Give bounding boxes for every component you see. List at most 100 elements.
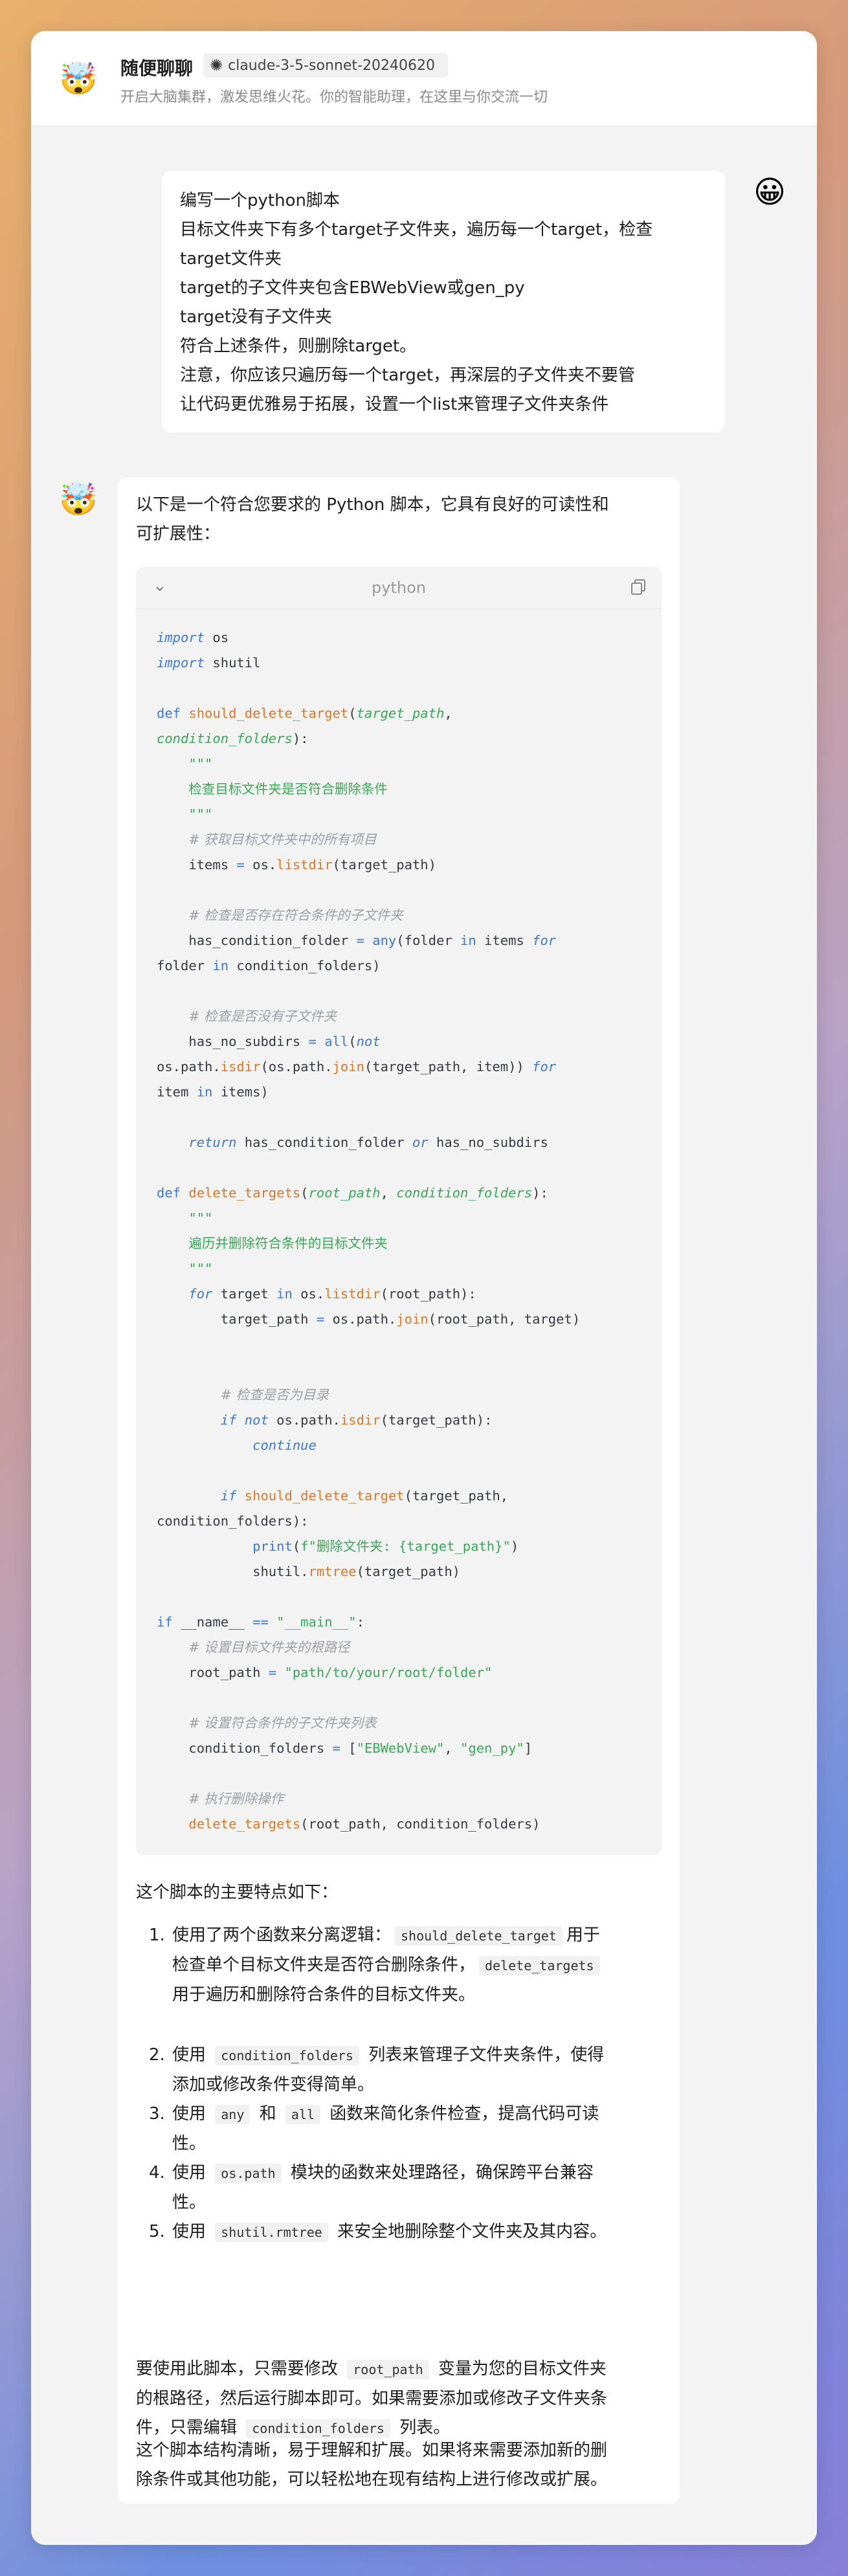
- code-token: not: [356, 1034, 381, 1049]
- feature-item: 5. 使用 shutil.rmtree 来安全地删除整个文件夹及其内容。: [136, 2217, 654, 2247]
- code-token: should_delete_target: [244, 1488, 405, 1504]
- code-token: (target_path):: [380, 1412, 493, 1428]
- code-token: # 执行删除操作: [188, 1791, 284, 1806]
- code-token: (target_path): [356, 1564, 461, 1579]
- user-message-line: 编写一个python脚本: [180, 191, 340, 210]
- code-token: items): [212, 1084, 269, 1100]
- model-selector[interactable]: ✺ claude-3-5-sonnet-20240620: [203, 53, 448, 78]
- code-line: has_no_subdirs = all(not: [157, 1029, 580, 1054]
- feature-line: 性。: [172, 2188, 654, 2217]
- code-token: import: [157, 630, 205, 645]
- code-token: """: [188, 806, 213, 822]
- code-token: for: [532, 933, 557, 948]
- code-line: # 设置目标文件夹的根路径: [157, 1635, 580, 1660]
- code-token: (root_path, target): [428, 1311, 581, 1327]
- code-token: root_path: [157, 1665, 269, 1680]
- code-token: for: [188, 1286, 213, 1302]
- code-line: # 检查是否存在符合条件的子文件夹: [157, 903, 580, 928]
- code-token: continue: [252, 1438, 317, 1453]
- text-segment: 检查单个目标文件夹是否符合删除条件，: [172, 1955, 476, 1975]
- code-token: (target_path,: [404, 1488, 509, 1504]
- code-token: has_no_subdirs: [428, 1135, 548, 1150]
- inline-code: all: [285, 2105, 321, 2124]
- code-language-label: python: [372, 579, 426, 597]
- inline-code: condition_folders: [215, 2046, 359, 2065]
- code-token: (target_path): [332, 857, 436, 872]
- inline-code: root_path: [347, 2360, 429, 2379]
- code-token: =: [268, 1665, 277, 1680]
- code-line: item in items): [157, 1080, 580, 1105]
- feature-line: 使用 condition_folders 列表来管理子文件夹条件，使得: [172, 2041, 654, 2071]
- feature-line: 添加或修改条件变得简单。: [172, 2071, 654, 2100]
- feature-line: 检查单个目标文件夹是否符合删除条件， delete_targets: [172, 1951, 654, 1981]
- code-token: ,: [380, 1185, 397, 1201]
- code-line: # 设置符合条件的子文件夹列表: [157, 1711, 580, 1736]
- code-token: "__main__": [276, 1614, 357, 1630]
- text-segment: 函数来简化条件检查，提高代码可读: [324, 2104, 599, 2124]
- code-line: """: [157, 1256, 580, 1282]
- code-content: import os import shutil def should_delete_…: [157, 625, 580, 1837]
- code-token: # 设置符合条件的子文件夹列表: [188, 1715, 377, 1731]
- usage-line: 要使用此脚本，只需要修改 root_path 变量为您的目标文件夹: [136, 2355, 654, 2384]
- code-token: listdir: [324, 1286, 381, 1302]
- text-segment: 和: [254, 2104, 282, 2124]
- feature-line: 使用 shutil.rmtree 来安全地删除整个文件夹及其内容。: [172, 2217, 654, 2247]
- user-message-line: target没有子文件夹: [180, 307, 333, 327]
- code-line: # 获取目标文件夹中的所有项目: [157, 827, 580, 852]
- feature-line: 使用 any 和 all 函数来简化条件检查，提高代码可读: [172, 2100, 654, 2129]
- user-message-line: 让代码更优雅易于拓展，设置一个list来管理子文件夹条件: [180, 395, 609, 414]
- code-token: has_no_subdirs: [157, 1034, 309, 1049]
- code-token: # 检查是否为目录: [220, 1387, 329, 1403]
- code-token: "EBWebView": [356, 1740, 445, 1756]
- code-line: """: [157, 802, 580, 827]
- code-line: has_condition_folder = any(folder in ite…: [157, 928, 580, 953]
- text-segment: 变量为您的目标文件夹: [432, 2359, 607, 2379]
- code-line: folder in condition_folders): [157, 953, 580, 979]
- inline-code: os.path: [215, 2164, 282, 2183]
- code-line: condition_folders = ["EBWebView", "gen_p…: [157, 1736, 580, 1761]
- code-token: def: [157, 1185, 189, 1201]
- text-segment: 添加或修改条件变得简单。: [172, 2075, 375, 2094]
- text-segment: 用于: [566, 1926, 600, 1945]
- code-token: ):: [532, 1185, 548, 1201]
- code-token: """: [188, 1210, 213, 1226]
- text-segment: 使用: [172, 2045, 212, 2065]
- feature-number: 4.: [149, 2163, 165, 2182]
- text-segment: 件，只需编辑: [136, 2418, 243, 2437]
- code-line: import shutil: [157, 650, 580, 676]
- code-token: =: [236, 857, 245, 872]
- code-token: (: [348, 705, 357, 721]
- code-line: root_path = "path/to/your/root/folder": [157, 1660, 580, 1685]
- code-token: return: [188, 1135, 237, 1150]
- code-token: any: [372, 933, 397, 948]
- code-token: """: [188, 1261, 213, 1276]
- code-line: import os: [157, 625, 580, 650]
- code-token: os.path.: [157, 1059, 221, 1074]
- feature-line: 使用 os.path 模块的函数来处理路径，确保跨平台兼容: [172, 2159, 654, 2188]
- code-token: for: [532, 1059, 557, 1074]
- code-token: =: [308, 1034, 317, 1049]
- inline-code: condition_folders: [246, 2419, 390, 2438]
- code-line: if __name__ == "__main__":: [157, 1610, 580, 1635]
- user-message-text: 编写一个python脚本 目标文件夹下有多个target子文件夹，遍历每一个tar…: [180, 186, 707, 419]
- code-token: condition_folders):: [157, 1513, 309, 1529]
- copy-icon[interactable]: [630, 579, 646, 595]
- code-line: items = os.listdir(target_path): [157, 852, 580, 878]
- code-token: isdir: [340, 1412, 381, 1428]
- code-token: (root_path, condition_folders): [300, 1816, 541, 1832]
- text-segment: 使用: [172, 2222, 212, 2241]
- code-token: in: [196, 1084, 213, 1100]
- code-token: # 设置目标文件夹的根路径: [188, 1639, 350, 1655]
- code-token: target_path: [356, 705, 445, 721]
- code-line: os.path.isdir(os.path.join(target_path, …: [157, 1054, 580, 1080]
